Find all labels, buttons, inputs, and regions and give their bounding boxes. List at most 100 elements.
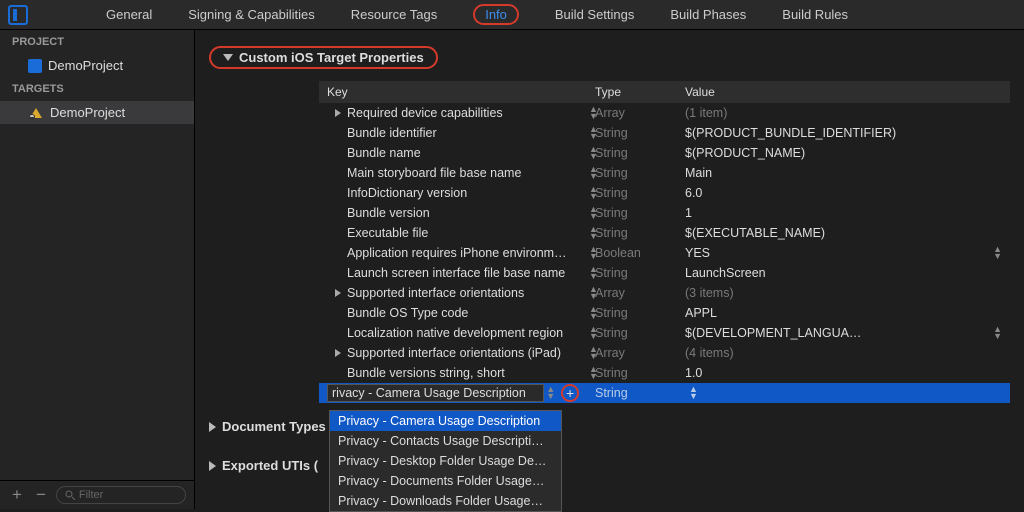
remove-target-button[interactable]: − [32, 485, 50, 505]
tab-resource-tags[interactable]: Resource Tags [333, 0, 455, 30]
plist-row[interactable]: Bundle name▲▼String$(PRODUCT_NAME) [319, 143, 1010, 163]
plist-value-label[interactable]: (4 items) [677, 342, 1010, 364]
editing-type: String [587, 382, 677, 404]
sidebar-project-item[interactable]: DemoProject [0, 54, 194, 77]
tab-signing[interactable]: Signing & Capabilities [170, 0, 332, 30]
filter-placeholder: Filter [79, 489, 103, 501]
key-stepper[interactable]: ▲▼ [589, 346, 598, 360]
plist-type-label: Array [587, 282, 677, 304]
chevron-right-icon[interactable] [335, 289, 341, 297]
plist-type-label: Boolean [587, 242, 677, 264]
autocomplete-item[interactable]: Privacy - Desktop Folder Usage De… [330, 451, 561, 471]
filter-icon [65, 490, 75, 500]
plist-value-label[interactable]: 1.0 [677, 362, 1010, 384]
autocomplete-item[interactable]: Privacy - Camera Usage Description [330, 411, 561, 431]
header-type: Type [587, 81, 677, 103]
chevron-right-icon [209, 461, 216, 471]
panel-toggle-icon[interactable] [8, 5, 28, 25]
tab-build-phases[interactable]: Build Phases [652, 0, 764, 30]
key-stepper[interactable]: ▲▼ [589, 106, 598, 120]
autocomplete-item[interactable]: Privacy - Contacts Usage Descripti… [330, 431, 561, 451]
add-target-button[interactable]: + [8, 485, 26, 505]
key-stepper[interactable]: ▲▼ [589, 246, 598, 260]
plist-value-label[interactable]: 1 [677, 202, 1010, 224]
plist-row[interactable]: Application requires iPhone environm…▲▼B… [319, 243, 1010, 263]
value-stepper[interactable]: ▲▼ [993, 326, 1002, 340]
key-stepper[interactable]: ▲▼ [546, 386, 555, 400]
plist-row[interactable]: Executable file▲▼String$(EXECUTABLE_NAME… [319, 223, 1010, 243]
plist-row[interactable]: Bundle version▲▼String1 [319, 203, 1010, 223]
plist-key-label: Executable file [347, 226, 428, 240]
key-input[interactable]: rivacy - Camera Usage Description [327, 384, 544, 402]
plist-type-label: String [587, 202, 677, 224]
plist-row[interactable]: Main storyboard file base name▲▼StringMa… [319, 163, 1010, 183]
plist-value-label[interactable]: $(DEVELOPMENT_LANGUA… [677, 322, 1010, 344]
chevron-right-icon[interactable] [335, 109, 341, 117]
key-stepper[interactable]: ▲▼ [589, 146, 598, 160]
plist-value-label[interactable]: (1 item) [677, 102, 1010, 124]
plist-value-label[interactable]: 6.0 [677, 182, 1010, 204]
autocomplete-item[interactable]: Privacy - Documents Folder Usage… [330, 471, 561, 491]
plist-value-label[interactable]: (3 items) [677, 282, 1010, 304]
plist-row[interactable]: Required device capabilities▲▼Array(1 it… [319, 103, 1010, 123]
chevron-right-icon [209, 422, 216, 432]
value-stepper[interactable]: ▲▼ [993, 246, 1002, 260]
editing-value[interactable] [677, 389, 1010, 397]
plist-key-label: Bundle identifier [347, 126, 437, 140]
plist-row[interactable]: Localization native development region ▲▼… [319, 323, 1010, 343]
key-stepper[interactable]: ▲▼ [589, 306, 598, 320]
plist-value-label[interactable]: $(PRODUCT_NAME) [677, 142, 1010, 164]
add-row-button[interactable]: + [561, 384, 579, 402]
plist-row[interactable]: Supported interface orientations▲▼Array(… [319, 283, 1010, 303]
plist-row[interactable]: InfoDictionary version▲▼String6.0 [319, 183, 1010, 203]
plist-key-label: Required device capabilities [347, 106, 503, 120]
tab-build-settings[interactable]: Build Settings [537, 0, 653, 30]
plist-row[interactable]: Bundle OS Type code▲▼StringAPPL [319, 303, 1010, 323]
sidebar-target-item[interactable]: DemoProject [0, 101, 194, 124]
plist-key-label: Localization native development region [347, 326, 563, 340]
key-stepper[interactable]: ▲▼ [589, 206, 598, 220]
chevron-right-icon[interactable] [335, 349, 341, 357]
plist-type-label: String [587, 142, 677, 164]
plist-value-label[interactable]: $(EXECUTABLE_NAME) [677, 222, 1010, 244]
tab-build-rules[interactable]: Build Rules [764, 0, 866, 30]
plist-value-label[interactable]: Main [677, 162, 1010, 184]
autocomplete-item[interactable]: Privacy - Downloads Folder Usage… [330, 491, 561, 511]
sidebar-footer: + − Filter [0, 480, 194, 509]
custom-properties-disclosure[interactable]: Custom iOS Target Properties [209, 40, 1010, 75]
document-types-label: Document Types [222, 419, 326, 434]
plist-row[interactable]: Bundle identifier ▲▼String$(PRODUCT_BUNDL… [319, 123, 1010, 143]
plist-type-label: Array [587, 342, 677, 364]
autocomplete-popup: Privacy - Camera Usage DescriptionPrivac… [329, 410, 562, 512]
plist-type-label: String [587, 362, 677, 384]
header-key: Key [319, 81, 587, 103]
key-stepper[interactable]: ▲▼ [589, 266, 598, 280]
plist-type-label: String [587, 162, 677, 184]
tab-info[interactable]: Info [455, 0, 537, 30]
key-stepper[interactable]: ▲▼ [589, 286, 598, 300]
key-stepper[interactable]: ▲▼ [589, 226, 598, 240]
section-title: Custom iOS Target Properties [239, 50, 424, 65]
key-stepper[interactable]: ▲▼ [589, 366, 598, 380]
plist-key-label: Bundle versions string, short [347, 366, 505, 380]
plist-type-label: String [587, 302, 677, 324]
sidebar-filter-input[interactable]: Filter [56, 486, 186, 504]
key-stepper[interactable]: ▲▼ [589, 166, 598, 180]
main-editor: Custom iOS Target Properties Key Type Va… [195, 30, 1024, 509]
plist-value-label[interactable]: LaunchScreen [677, 262, 1010, 284]
plist-row[interactable]: Supported interface orientations (iPad) ▲… [319, 343, 1010, 363]
plist-value-label[interactable]: $(PRODUCT_BUNDLE_IDENTIFIER) [677, 122, 1010, 144]
plist-value-label[interactable]: APPL [677, 302, 1010, 324]
plist-row[interactable]: Launch screen interface file base name▲▼… [319, 263, 1010, 283]
type-stepper[interactable]: ▲▼ [689, 386, 698, 400]
key-stepper[interactable]: ▲▼ [589, 326, 598, 340]
plist-key-label: Supported interface orientations (iPad) [347, 346, 561, 360]
plist-editing-row[interactable]: rivacy - Camera Usage Description ▲▼ + S… [319, 383, 1010, 403]
chevron-down-icon [223, 54, 233, 61]
key-stepper[interactable]: ▲▼ [589, 186, 598, 200]
tab-general[interactable]: General [88, 0, 170, 30]
plist-type-label: String [587, 182, 677, 204]
plist-type-label: String [587, 122, 677, 144]
plist-value-label[interactable]: YES [677, 242, 1010, 264]
key-stepper[interactable]: ▲▼ [589, 126, 598, 140]
